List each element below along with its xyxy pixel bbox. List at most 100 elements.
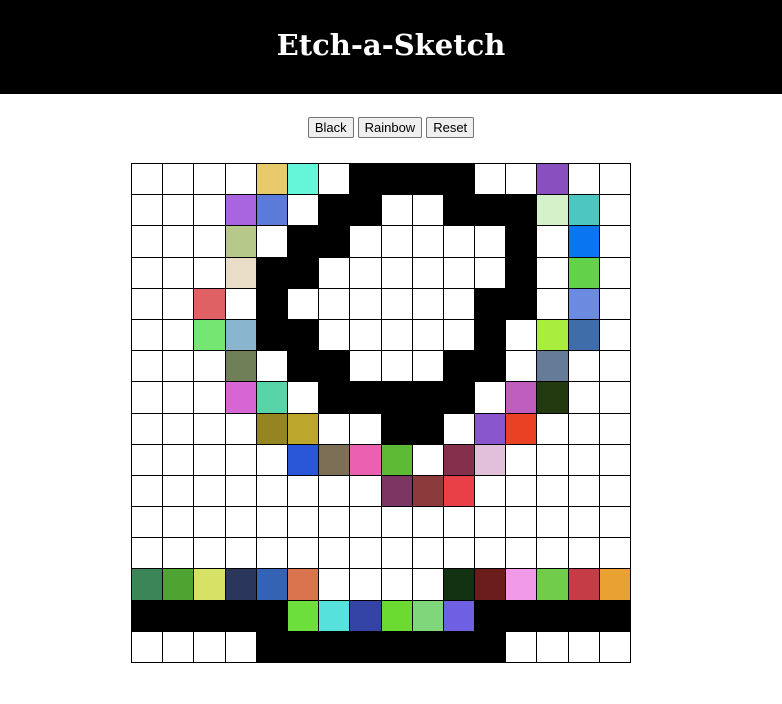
grid-cell[interactable] [225,475,257,508]
grid-cell[interactable] [256,257,288,289]
grid-cell[interactable] [599,475,631,508]
grid-cell[interactable] [537,164,569,196]
grid-cell[interactable] [506,507,538,539]
grid-cell[interactable] [132,413,164,445]
grid-cell[interactable] [256,319,288,352]
grid-cell[interactable] [412,164,444,196]
grid-cell[interactable] [537,413,569,445]
grid-cell[interactable] [256,444,288,476]
grid-cell[interactable] [194,288,226,320]
grid-cell[interactable] [412,475,444,508]
grid-cell[interactable] [163,475,195,508]
grid-cell[interactable] [475,164,507,196]
grid-cell[interactable] [319,507,351,539]
grid-cell[interactable] [506,631,538,663]
grid-cell[interactable] [443,600,476,632]
grid-cell[interactable] [194,351,226,383]
grid-cell[interactable] [194,538,226,570]
grid-cell[interactable] [599,288,631,320]
grid-cell[interactable] [412,351,444,383]
grid-cell[interactable] [506,164,538,196]
grid-cell[interactable] [475,631,507,663]
grid-cell[interactable] [132,319,164,352]
grid-cell[interactable] [537,507,569,539]
grid-cell[interactable] [475,319,507,352]
grid-cell[interactable] [443,319,476,352]
grid-cell[interactable] [225,288,257,320]
grid-cell[interactable] [225,351,257,383]
grid-cell[interactable] [599,631,631,663]
grid-cell[interactable] [412,631,444,663]
grid-cell[interactable] [194,569,226,601]
grid-cell[interactable] [194,164,226,196]
grid-cell[interactable] [599,569,631,601]
grid-cell[interactable] [443,288,476,320]
grid-cell[interactable] [506,319,538,352]
grid-cell[interactable] [412,600,444,632]
grid-cell[interactable] [443,195,476,227]
grid-cell[interactable] [319,475,351,508]
grid-cell[interactable] [443,164,476,196]
grid-cell[interactable] [163,382,195,414]
grid-cell[interactable] [132,288,164,320]
grid-cell[interactable] [350,351,382,383]
grid-cell[interactable] [287,631,320,663]
grid-cell[interactable] [225,538,257,570]
grid-cell[interactable] [163,257,195,289]
grid-cell[interactable] [132,600,164,632]
grid-cell[interactable] [568,288,600,320]
grid-cell[interactable] [506,538,538,570]
grid-cell[interactable] [225,382,257,414]
grid-cell[interactable] [568,382,600,414]
grid-cell[interactable] [537,351,569,383]
grid-cell[interactable] [568,569,600,601]
grid-cell[interactable] [412,257,444,289]
grid-cell[interactable] [319,569,351,601]
grid-cell[interactable] [599,351,631,383]
rainbow-button[interactable]: Rainbow [357,117,423,138]
grid-cell[interactable] [163,288,195,320]
grid-cell[interactable] [287,569,320,601]
grid-cell[interactable] [132,257,164,289]
grid-cell[interactable] [132,164,164,196]
grid-cell[interactable] [475,382,507,414]
grid-cell[interactable] [287,164,320,196]
grid-cell[interactable] [350,413,382,445]
grid-cell[interactable] [568,351,600,383]
grid-cell[interactable] [225,507,257,539]
grid-cell[interactable] [225,569,257,601]
grid-cell[interactable] [475,257,507,289]
reset-button[interactable]: Reset [426,117,475,138]
grid-cell[interactable] [475,288,507,320]
grid-cell[interactable] [475,600,507,632]
grid-cell[interactable] [381,257,413,289]
grid-cell[interactable] [443,631,476,663]
grid-cell[interactable] [350,257,382,289]
grid-cell[interactable] [568,507,600,539]
black-button[interactable]: Black [307,117,354,138]
grid-cell[interactable] [568,631,600,663]
grid-cell[interactable] [506,600,538,632]
grid-cell[interactable] [350,195,382,227]
grid-cell[interactable] [381,600,413,632]
grid-cell[interactable] [506,444,538,476]
grid-cell[interactable] [443,413,476,445]
grid-cell[interactable] [381,475,413,508]
grid-cell[interactable] [319,288,351,320]
grid-cell[interactable] [132,631,164,663]
grid-cell[interactable] [287,226,320,258]
grid-cell[interactable] [475,507,507,539]
grid-cell[interactable] [568,226,600,258]
grid-cell[interactable] [256,631,288,663]
grid-cell[interactable] [163,507,195,539]
grid-cell[interactable] [506,195,538,227]
grid-cell[interactable] [537,475,569,508]
grid-cell[interactable] [412,319,444,352]
grid-cell[interactable] [350,538,382,570]
grid-cell[interactable] [287,538,320,570]
grid-cell[interactable] [319,382,351,414]
grid-cell[interactable] [568,164,600,196]
grid-cell[interactable] [381,569,413,601]
grid-cell[interactable] [350,288,382,320]
grid-cell[interactable] [599,257,631,289]
